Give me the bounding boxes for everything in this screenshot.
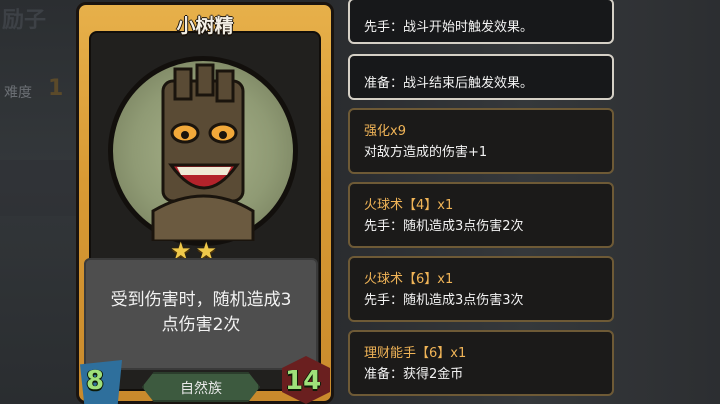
keyword-panel-first-strike: 先手：战斗开始时触发效果。 <box>348 0 614 44</box>
card-description-box: 受到伤害时，随机造成3点伤害2次 <box>84 258 318 370</box>
skill-panel-fireball-4: 火球术【4】x1 先手：随机造成3点伤害2次 <box>348 182 614 248</box>
skill-panel-fireball-6: 火球术【6】x1 先手：随机造成3点伤害3次 <box>348 256 614 322</box>
health-value: 14 <box>285 366 322 396</box>
buff-panel: 强化x9 对敌方造成的伤害+1 <box>348 108 614 174</box>
panel-heading: 强化x9 <box>364 124 406 139</box>
panel-text: 对敌方造成的伤害+1 <box>364 145 488 160</box>
panel-text: 先手：随机造成3点伤害3次 <box>364 293 524 308</box>
background-title: 励子 <box>2 8 47 33</box>
tree-spirit-icon <box>151 63 255 243</box>
background-bar <box>0 160 78 216</box>
keyword-panel-prepare: 准备：战斗结束后触发效果。 <box>348 54 614 100</box>
panel-heading: 火球术【6】x1 <box>364 272 454 287</box>
attack-value: 8 <box>86 366 105 396</box>
panel-heading: 理财能手【6】x1 <box>364 346 467 361</box>
panel-text: 先手：战斗开始时触发效果。 <box>364 20 534 35</box>
tribe-label: 自然族 <box>180 381 222 397</box>
card-name: 小树精 <box>176 15 234 37</box>
panel-text: 先手：随机造成3点伤害2次 <box>364 219 524 234</box>
panel-text: 准备：获得2金币 <box>364 367 464 382</box>
panel-text: 准备：战斗结束后触发效果。 <box>364 76 534 91</box>
panel-heading: 火球术【4】x1 <box>364 198 454 213</box>
skill-panel-financier: 理财能手【6】x1 准备：获得2金币 <box>348 330 614 396</box>
card-description: 受到伤害时，随机造成3点伤害2次 <box>110 290 292 335</box>
creature-portrait <box>108 56 298 246</box>
difficulty-value: 1 <box>48 76 64 101</box>
difficulty-label: 难度 <box>4 85 32 101</box>
